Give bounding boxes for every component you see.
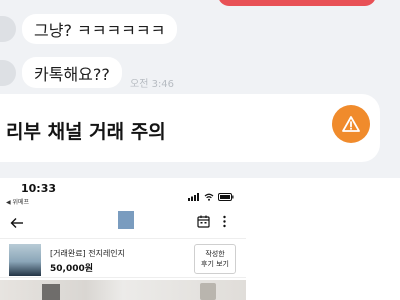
product-price: 50,000원 — [50, 264, 94, 274]
sender-avatar — [0, 60, 16, 86]
chat-area: 그냥? ㅋㅋㅋㅋㅋㅋ 카톡해요?? 오전 3:46 리부 채널 거래 주의 — [0, 0, 400, 178]
product-title: [거래완료] 전지레인지 — [50, 249, 126, 258]
view-review-button[interactable]: 작성한 후기 보기 — [194, 244, 236, 274]
photo-detail — [42, 284, 60, 300]
calendar-icon[interactable] — [197, 213, 210, 232]
back-to-app-link[interactable]: ◀ 위메프 — [6, 197, 29, 206]
message-text: 카톡해요?? — [34, 64, 110, 84]
sent-message-bubble — [218, 0, 376, 6]
wifi-icon — [204, 186, 214, 205]
warning-notice-card[interactable]: 리부 채널 거래 주의 — [0, 94, 380, 162]
notice-text: 리부 채널 거래 주의 — [6, 121, 166, 143]
sender-avatar — [0, 16, 16, 42]
back-arrow-icon[interactable] — [10, 214, 24, 233]
review-button-line2: 후기 보기 — [201, 260, 229, 268]
message-time: 오전 3:46 — [130, 79, 175, 90]
message-bubble: 그냥? ㅋㅋㅋㅋㅋㅋ — [22, 14, 178, 44]
message-text: 그냥? ㅋㅋㅋㅋㅋㅋ — [34, 21, 166, 40]
message-bubble: 카톡해요?? — [22, 57, 122, 88]
status-bar-icons — [188, 186, 234, 205]
photo-detail — [200, 283, 216, 300]
warning-icon — [332, 105, 370, 143]
partner-avatar[interactable] — [118, 211, 134, 229]
product-thumbnail[interactable] — [9, 244, 41, 276]
review-button-line1: 작성한 — [205, 250, 225, 258]
battery-icon — [218, 186, 234, 205]
status-bar-time: 10:33 — [21, 182, 57, 195]
signal-icon — [188, 186, 200, 205]
more-vertical-icon[interactable] — [222, 213, 227, 232]
